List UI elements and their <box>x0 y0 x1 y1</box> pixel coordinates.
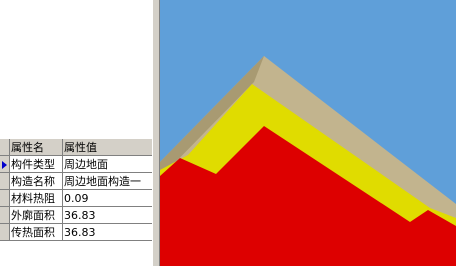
column-header-value[interactable]: 属性值 <box>62 139 154 156</box>
property-name-cell[interactable]: 构件类型 <box>9 155 63 173</box>
table-row[interactable]: 构件类型 周边地面 <box>0 155 154 173</box>
model-render <box>160 0 456 266</box>
row-indicator[interactable] <box>0 206 10 224</box>
table-row[interactable]: 材料热阻 0.09 <box>0 189 154 207</box>
property-name-cell[interactable]: 材料热阻 <box>9 189 63 207</box>
property-value-cell[interactable]: 36.83 <box>62 223 154 241</box>
property-grid: 属性名 属性值 构件类型 周边地面 构造名称 周边地面构造一 材料热阻 0.09 <box>0 139 154 241</box>
table-row[interactable]: 外廓面积 36.83 <box>0 206 154 224</box>
row-indicator[interactable] <box>0 172 10 190</box>
property-value-cell[interactable]: 36.83 <box>62 206 154 224</box>
property-name-cell[interactable]: 构造名称 <box>9 172 63 190</box>
row-indicator[interactable] <box>0 155 10 173</box>
property-name-cell[interactable]: 外廓面积 <box>9 206 63 224</box>
table-row[interactable]: 传热面积 36.83 <box>0 223 154 241</box>
property-value-cell[interactable]: 周边地面构造一 <box>62 172 154 190</box>
property-value-cell[interactable]: 周边地面 <box>62 155 154 173</box>
column-header-name[interactable]: 属性名 <box>9 139 63 156</box>
property-panel: 属性名 属性值 构件类型 周边地面 构造名称 周边地面构造一 材料热阻 0.09 <box>0 0 154 266</box>
property-value-cell[interactable]: 0.09 <box>62 189 154 207</box>
property-grid-header: 属性名 属性值 <box>0 139 154 156</box>
row-indicator-header <box>0 139 10 156</box>
row-indicator[interactable] <box>0 223 10 241</box>
row-indicator[interactable] <box>0 189 10 207</box>
table-row[interactable]: 构造名称 周边地面构造一 <box>0 172 154 190</box>
3d-viewport[interactable] <box>160 0 456 266</box>
property-name-cell[interactable]: 传热面积 <box>9 223 63 241</box>
current-row-arrow-icon <box>2 160 7 169</box>
panel-splitter[interactable] <box>152 0 160 266</box>
